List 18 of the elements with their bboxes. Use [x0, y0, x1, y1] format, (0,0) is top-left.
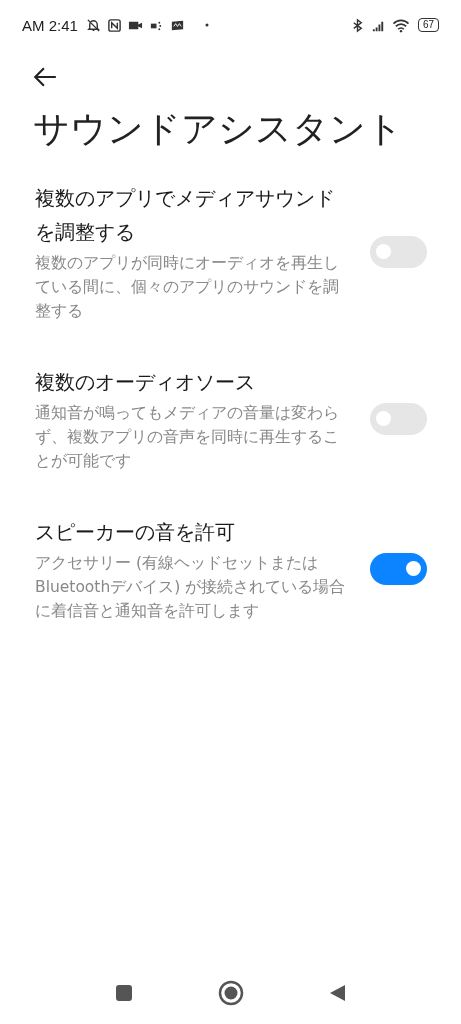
page-title: サウンドアシスタント: [33, 107, 404, 151]
setting-description: アクセサリー (有線ヘッドセットまたはBluetoothデバイス) が接続されている場合に着信音と通知音を許可します: [35, 552, 347, 622]
battery-level: 67: [417, 18, 439, 32]
recents-button[interactable]: [113, 983, 134, 1003]
nfc-icon: [106, 17, 122, 33]
toggle-switch[interactable]: [370, 402, 427, 435]
setting-description: 複数のアプリが同時にオーディオを再生している間に、個々のアプリのサウンドを調整する: [35, 252, 340, 322]
muted-bell-icon: [85, 17, 101, 33]
setting-description: 通知音が鳴ってもメディアの音量は変わらず、複数アプリの音声を同時に再生することが可能です: [35, 402, 340, 472]
home-button[interactable]: [217, 980, 244, 1006]
status-time: AM 2:41: [22, 16, 78, 34]
toggle-switch[interactable]: [370, 552, 427, 585]
setting-title: 複数のアプリでメディアサウンドを調整する: [35, 184, 336, 246]
setting-title: スピーカーの音を許可: [35, 518, 236, 546]
setting-title: 複数のオーディオソース: [35, 368, 256, 396]
dot-icon: [204, 23, 209, 27]
wifi-icon: [391, 17, 410, 33]
toggle-switch[interactable]: [370, 235, 427, 268]
